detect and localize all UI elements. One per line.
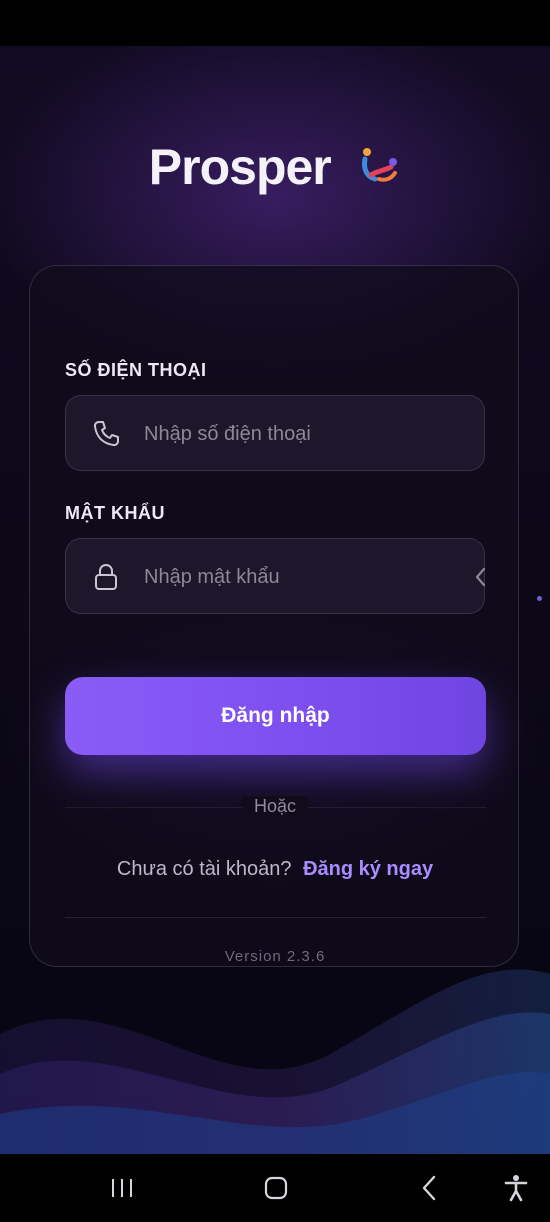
phone-label: SỐ ĐIỆN THOẠI	[65, 360, 207, 380]
recents-icon[interactable]	[107, 1173, 137, 1203]
phone-icon	[93, 421, 119, 447]
password-label: MẬT KHẨU	[65, 503, 165, 523]
login-button[interactable]: Đăng nhập	[65, 677, 486, 755]
lock-icon	[95, 563, 117, 590]
bottom-divider	[65, 917, 486, 918]
or-text: Hoặc	[241, 796, 309, 816]
password-input[interactable]	[142, 539, 466, 615]
phone-field[interactable]	[65, 395, 485, 472]
login-card: SỐ ĐIỆN THOẠI MẬT KHẨU Đăng nhập Hoặc Ch…	[29, 265, 519, 967]
register-prompt: Chưa có tài khoản? Đăng ký ngay	[30, 858, 520, 881]
brand-header: Prosper	[0, 138, 550, 196]
register-link[interactable]: Đăng ký ngay	[303, 858, 433, 880]
show-password-toggle-icon[interactable]	[474, 567, 486, 587]
android-navigation-bar	[0, 1154, 550, 1222]
brand-name: Prosper	[148, 139, 332, 195]
accessibility-icon[interactable]	[501, 1173, 531, 1203]
phone-input[interactable]	[142, 396, 466, 472]
version-text: Version 2.3.6	[224, 948, 326, 965]
colorful-figure-logo-icon	[362, 148, 398, 182]
no-account-text: Chưa có tài khoản?	[116, 858, 292, 880]
password-field[interactable]	[65, 538, 486, 615]
back-icon[interactable]	[415, 1173, 445, 1203]
status-bar	[0, 0, 550, 46]
home-icon[interactable]	[261, 1173, 291, 1203]
or-divider: Hoặc	[30, 796, 520, 817]
side-indicator-dot	[537, 596, 542, 601]
